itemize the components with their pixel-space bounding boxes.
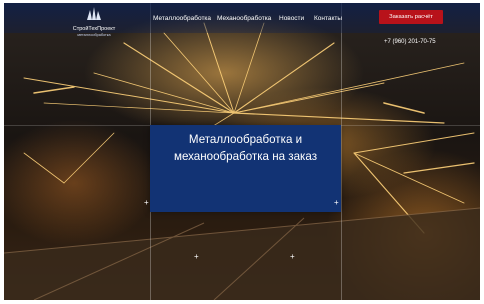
plus-icon: + bbox=[334, 198, 339, 207]
hero-title-line-2: механообработка на заказ bbox=[173, 150, 318, 163]
nav-item-contacts[interactable]: Контакты bbox=[314, 15, 342, 22]
nav-item-metalworking[interactable]: Металлообработка bbox=[153, 15, 211, 22]
hero-title: Металлообработка и механообработка на за… bbox=[150, 131, 341, 165]
order-estimate-button[interactable]: Заказать расчёт bbox=[379, 10, 443, 24]
grid-line bbox=[341, 3, 342, 300]
plus-icon: + bbox=[144, 198, 149, 207]
nav-item-machining[interactable]: Механообработка bbox=[217, 15, 271, 22]
logo-tagline: металлообработка bbox=[77, 33, 111, 37]
hero-title-line-1: Металлообработка и bbox=[188, 133, 303, 146]
site-logo[interactable]: СтройТехПроект металлообработка bbox=[59, 5, 129, 41]
plus-icon: + bbox=[194, 252, 199, 261]
hero-background: СтройТехПроект металлообработка Металлоо… bbox=[4, 3, 480, 300]
nav-item-news[interactable]: Новости bbox=[279, 15, 304, 22]
hero-title-box: Металлообработка и механообработка на за… bbox=[150, 125, 341, 212]
phone-number[interactable]: +7 (960) 201-70-75 bbox=[384, 39, 436, 45]
logo-name: СтройТехПроект bbox=[72, 26, 116, 32]
plus-icon: + bbox=[290, 252, 295, 261]
logo-emblem-icon bbox=[87, 7, 101, 20]
